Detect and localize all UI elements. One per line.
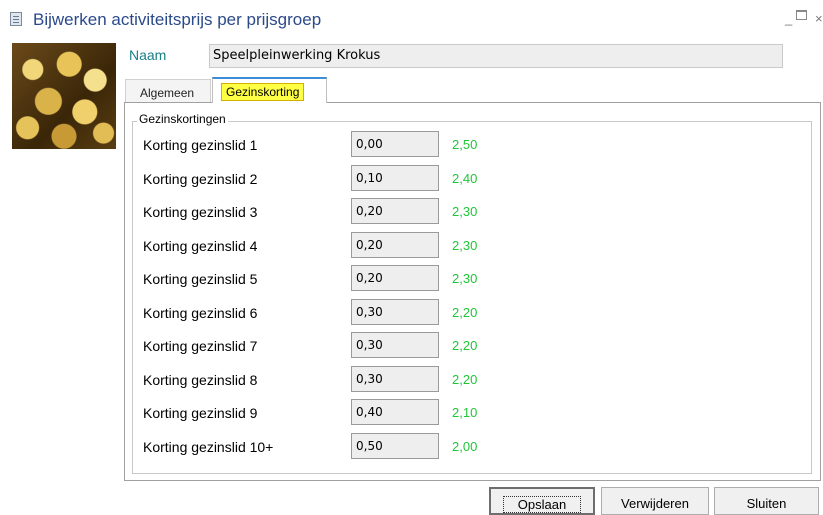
korting-input[interactable]: 0,10 — [351, 165, 439, 191]
resulting-price: 2,50 — [452, 137, 478, 152]
coins-photo — [12, 43, 116, 149]
korting-input[interactable]: 0,20 — [351, 265, 439, 291]
korting-input[interactable]: 0,20 — [351, 232, 439, 258]
resulting-price: 2,20 — [452, 338, 478, 353]
maximize-button[interactable] — [796, 10, 807, 20]
tab-algemeen[interactable]: Algemeen — [125, 79, 211, 103]
korting-input[interactable]: 0,20 — [351, 198, 439, 224]
korting-input[interactable]: 0,30 — [351, 332, 439, 358]
korting-label: Korting gezinslid 9 — [143, 405, 258, 421]
naam-label: Naam — [129, 47, 167, 63]
korting-label: Korting gezinslid 8 — [143, 372, 258, 388]
korting-input[interactable]: 0,30 — [351, 366, 439, 392]
close-window-button[interactable]: × — [815, 11, 823, 26]
tab-panel-gezinskorting — [124, 102, 821, 481]
resulting-price: 2,20 — [452, 305, 478, 320]
korting-label: Korting gezinslid 6 — [143, 305, 258, 321]
delete-button[interactable]: Verwijderen — [601, 487, 709, 515]
resulting-price: 2,30 — [452, 238, 478, 253]
resulting-price: 2,30 — [452, 204, 478, 219]
resulting-price: 2,00 — [452, 439, 478, 454]
korting-input[interactable]: 0,00 — [351, 131, 439, 157]
korting-label: Korting gezinslid 5 — [143, 271, 258, 287]
tab-gezinskorting-label: Gezinskorting — [221, 83, 305, 101]
resulting-price: 2,20 — [452, 372, 478, 387]
korting-input[interactable]: 0,50 — [351, 433, 439, 459]
close-button[interactable]: Sluiten — [714, 487, 819, 515]
korting-label: Korting gezinslid 4 — [143, 238, 258, 254]
save-button-label: Opslaan — [502, 496, 582, 513]
resulting-price: 2,40 — [452, 171, 478, 186]
korting-label: Korting gezinslid 2 — [143, 171, 258, 187]
korting-label: Korting gezinslid 3 — [143, 204, 258, 220]
minimize-button[interactable]: _ — [785, 11, 792, 26]
title-bar: Bijwerken activiteitsprijs per prijsgroe… — [0, 0, 823, 40]
groupbox-legend: Gezinskortingen — [137, 112, 228, 126]
resulting-price: 2,30 — [452, 271, 478, 286]
korting-label: Korting gezinslid 10+ — [143, 439, 274, 455]
form-icon — [10, 12, 22, 26]
tab-gezinskorting[interactable]: Gezinskorting — [212, 77, 327, 103]
window-title: Bijwerken activiteitsprijs per prijsgroe… — [33, 10, 322, 29]
naam-field[interactable]: Speelpleinwerking Krokus — [209, 44, 783, 68]
korting-label: Korting gezinslid 7 — [143, 338, 258, 354]
korting-input[interactable]: 0,30 — [351, 299, 439, 325]
save-button[interactable]: Opslaan — [489, 487, 595, 515]
resulting-price: 2,10 — [452, 405, 478, 420]
korting-input[interactable]: 0,40 — [351, 399, 439, 425]
korting-label: Korting gezinslid 1 — [143, 137, 258, 153]
